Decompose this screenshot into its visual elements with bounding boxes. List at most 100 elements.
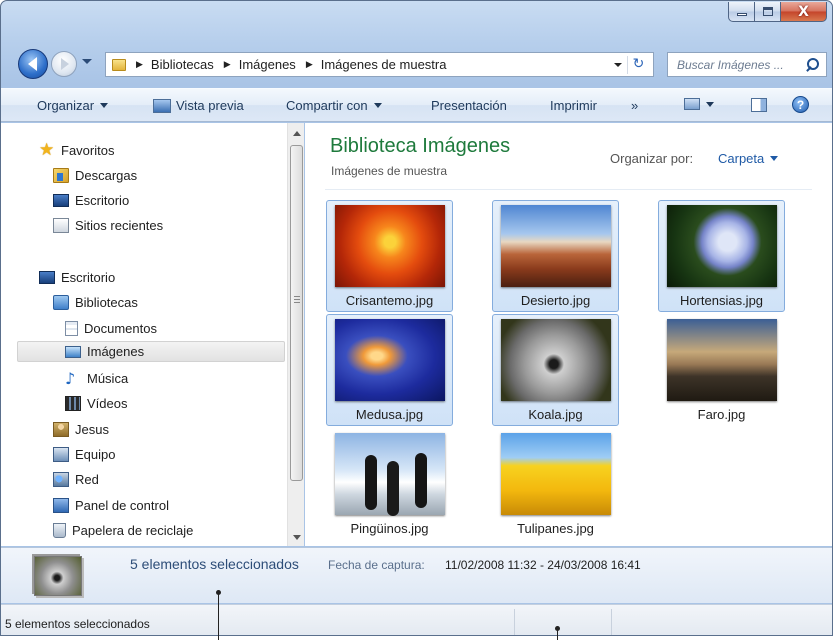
file-list-pane: Biblioteca Imágenes Imágenes de muestra …	[305, 123, 832, 546]
explorer-window: X ▶ Bibliotecas ▶ Imágenes ▶ Imágenes de…	[0, 0, 833, 636]
capture-date-label: Fecha de captura:	[328, 558, 425, 572]
scrollbar-thumb[interactable]	[290, 145, 303, 481]
file-thumbnail[interactable]: Desierto.jpg	[492, 200, 619, 312]
chevron-down-icon	[770, 156, 779, 161]
help-icon: ?	[792, 96, 809, 113]
address-bar[interactable]: ▶ Bibliotecas ▶ Imágenes ▶ Imágenes de m…	[105, 52, 654, 77]
file-name: Faro.jpg	[697, 407, 746, 422]
file-name: Pingüinos.jpg	[350, 521, 429, 536]
arrange-by-label: Organizar por:	[610, 151, 694, 166]
sidebar-item-downloads[interactable]: Descargas	[53, 165, 137, 186]
sidebar-item-label: Descargas	[75, 168, 138, 183]
file-name: Tulipanes.jpg	[517, 521, 594, 536]
recent-places-icon	[53, 218, 69, 233]
sidebar-item-pictures[interactable]: Imágenes	[17, 341, 285, 362]
search-box[interactable]: Buscar Imágenes ...	[667, 52, 827, 77]
sidebar-item-favorites[interactable]: ★ Favoritos	[39, 140, 114, 161]
music-icon: ♪	[65, 369, 76, 388]
desktop-icon	[53, 194, 69, 207]
capture-date-value: 11/02/2008 11:32 - 24/03/2008 16:41	[445, 558, 641, 572]
print-button[interactable]: Imprimir	[550, 98, 597, 113]
slideshow-button[interactable]: Presentación	[431, 98, 507, 113]
preview-pane-icon	[751, 98, 767, 112]
file-name: Medusa.jpg	[355, 407, 424, 422]
back-button[interactable]	[18, 49, 48, 79]
sidebar-item-videos[interactable]: Vídeos	[65, 393, 127, 414]
search-input[interactable]: Buscar Imágenes ...	[677, 58, 805, 72]
refresh-icon[interactable]: ↻	[627, 56, 649, 74]
sidebar-item-label: Papelera de reciclaje	[72, 523, 194, 538]
sidebar-item-control-panel[interactable]: Panel de control	[53, 495, 169, 516]
forward-button[interactable]	[51, 51, 77, 77]
scroll-down-arrow-icon[interactable]	[293, 535, 301, 540]
organize-label: Organizar	[37, 98, 95, 113]
file-thumbnail[interactable]: Crisantemo.jpg	[326, 200, 453, 312]
help-button[interactable]: ?	[792, 96, 809, 113]
preview-pane-button[interactable]	[751, 98, 767, 112]
recycle-bin-icon	[53, 523, 66, 538]
close-button[interactable]: X	[781, 2, 827, 22]
chevron-down-icon	[100, 103, 109, 108]
sidebar-item-label: Documentos	[84, 321, 157, 336]
hydrangeas-image	[667, 205, 777, 287]
sidebar-item-documents[interactable]: Documentos	[65, 318, 157, 339]
sidebar-item-recycle-bin[interactable]: Papelera de reciclaje	[53, 520, 193, 541]
sidebar-item-libraries[interactable]: Bibliotecas	[53, 292, 138, 313]
user-folder-icon	[53, 422, 69, 437]
sidebar-item-label: Bibliotecas	[75, 295, 138, 310]
control-panel-icon	[53, 498, 69, 513]
arrange-by-dropdown[interactable]: Carpeta	[718, 151, 779, 166]
search-icon[interactable]	[805, 57, 821, 73]
breadcrumb-sample-pictures[interactable]: Imágenes de muestra	[321, 57, 447, 72]
share-menu[interactable]: Compartir con	[286, 98, 382, 113]
file-thumbnail[interactable]: Faro.jpg	[658, 314, 785, 426]
navigation-scrollbar[interactable]	[287, 123, 304, 546]
sidebar-item-recent-places[interactable]: Sitios recientes	[53, 215, 163, 236]
sidebar-item-desktop-fav[interactable]: Escritorio	[53, 190, 129, 211]
sidebar-item-user[interactable]: Jesus	[53, 419, 109, 440]
maximize-button[interactable]	[755, 2, 781, 22]
header-divider	[325, 189, 812, 190]
selection-count: 5 elementos seleccionados	[130, 556, 299, 572]
recent-pages-dropdown-icon[interactable]	[82, 59, 92, 64]
file-thumbnail[interactable]: Tulipanes.jpg	[492, 428, 619, 540]
sidebar-item-desktop[interactable]: Escritorio	[39, 267, 115, 288]
downloads-folder-icon	[53, 168, 69, 183]
scroll-up-arrow-icon[interactable]	[293, 131, 301, 136]
file-thumbnail[interactable]: Medusa.jpg	[326, 314, 453, 426]
breadcrumb-separator-icon[interactable]: ▶	[224, 59, 231, 70]
sidebar-item-label: Panel de control	[75, 498, 169, 513]
preview-button[interactable]: Vista previa	[153, 98, 244, 113]
sidebar-item-label: Equipo	[75, 447, 116, 462]
more-commands-button[interactable]: »	[631, 98, 638, 113]
file-thumbnail[interactable]: Pingüinos.jpg	[326, 428, 453, 540]
file-name: Desierto.jpg	[520, 293, 591, 308]
callout-line	[218, 592, 219, 640]
forward-arrow-icon	[61, 58, 69, 70]
address-dropdown-icon[interactable]	[614, 63, 622, 67]
breadcrumb-separator-icon[interactable]: ▶	[306, 59, 313, 70]
videos-icon	[65, 396, 81, 411]
print-label: Imprimir	[550, 98, 597, 113]
organize-menu[interactable]: Organizar	[37, 98, 109, 113]
penguins-image	[335, 433, 445, 515]
sidebar-item-music[interactable]: ♪ Música	[65, 368, 128, 389]
breadcrumb-pictures[interactable]: Imágenes	[239, 57, 296, 72]
sidebar-item-network[interactable]: Red	[53, 469, 99, 490]
sidebar-item-computer[interactable]: Equipo	[53, 444, 115, 465]
file-name: Hortensias.jpg	[679, 293, 764, 308]
minimize-button[interactable]	[728, 2, 755, 22]
breadcrumb-separator-icon[interactable]: ▶	[136, 59, 143, 70]
sidebar-item-label: Vídeos	[87, 396, 128, 411]
breadcrumb-libraries[interactable]: Bibliotecas	[151, 57, 214, 72]
maximize-icon	[762, 7, 773, 16]
documents-icon	[65, 321, 78, 336]
koala-image	[501, 319, 611, 401]
library-subtitle: Imágenes de muestra	[331, 164, 448, 178]
file-thumbnail[interactable]: Hortensias.jpg	[658, 200, 785, 312]
change-view-button[interactable]	[684, 98, 714, 110]
view-icon	[684, 98, 700, 110]
sidebar-item-label: Imágenes	[87, 344, 145, 359]
desert-image	[501, 205, 611, 287]
file-thumbnail[interactable]: Koala.jpg	[492, 314, 619, 426]
